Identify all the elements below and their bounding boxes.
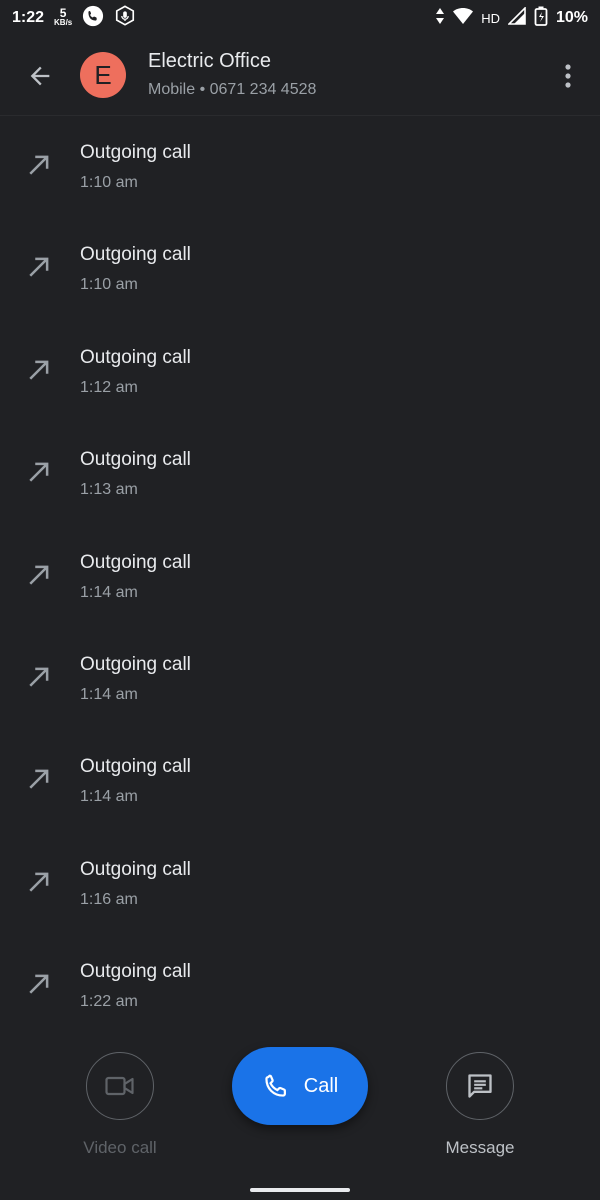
call-history-item[interactable]: Outgoing call 1:12 am	[0, 325, 600, 427]
phone-icon	[265, 1074, 286, 1097]
call-history-item[interactable]: Outgoing call 1:14 am	[0, 530, 600, 632]
call-time: 1:22 am	[80, 993, 138, 1011]
call-time: 1:14 am	[80, 685, 138, 703]
message-button[interactable]	[446, 1052, 514, 1120]
call-time: 1:14 am	[80, 583, 138, 601]
more-options-button[interactable]	[556, 58, 580, 94]
network-type: HD	[481, 10, 500, 26]
call-made-icon	[29, 360, 49, 380]
video-call-button[interactable]	[86, 1052, 154, 1120]
arrow-left-icon	[30, 66, 50, 86]
call-type: Outgoing call	[80, 756, 191, 778]
call-time: 1:10 am	[80, 276, 138, 294]
call-type: Outgoing call	[80, 449, 191, 471]
network-speed: 5 KB/s	[54, 6, 73, 27]
message-action: Message	[430, 1052, 530, 1158]
status-bar: 1:22 5 KB/s HD 10%	[0, 0, 600, 36]
call-history-item[interactable]: Outgoing call 1:10 am	[0, 120, 600, 222]
videocam-icon	[105, 1076, 134, 1096]
message-label: Message	[445, 1138, 515, 1157]
data-arrows-icon	[435, 7, 445, 30]
call-history-item[interactable]: Outgoing call 1:14 am	[0, 734, 600, 836]
call-history-item[interactable]: Outgoing call 1:16 am	[0, 837, 600, 939]
signal-icon	[507, 5, 526, 30]
contact-name: Electric Office	[148, 50, 271, 72]
call-history-item[interactable]: Outgoing call 1:13 am	[0, 427, 600, 529]
call-made-icon	[29, 769, 49, 789]
call-type: Outgoing call	[80, 653, 191, 675]
call-time: 1:14 am	[80, 788, 138, 806]
call-history-item[interactable]: Outgoing call 1:10 am	[0, 222, 600, 324]
action-bar: Video call Call Message	[0, 1040, 600, 1170]
call-time: 1:13 am	[80, 481, 138, 499]
back-button[interactable]	[22, 58, 58, 94]
status-time: 1:22	[12, 9, 45, 26]
video-call-action: Video call	[70, 1052, 170, 1158]
call-type: Outgoing call	[80, 961, 191, 983]
call-history-list: Outgoing call 1:10 am Outgoing call 1:10…	[0, 120, 600, 1042]
call-time: 1:10 am	[80, 174, 138, 191]
call-history-item[interactable]: Outgoing call 1:22 am	[0, 939, 600, 1041]
call-button[interactable]: Call	[232, 1047, 368, 1125]
call-time: 1:12 am	[80, 378, 138, 396]
call-type: Outgoing call	[80, 142, 191, 163]
call-time: 1:16 am	[80, 890, 138, 908]
wifi-icon	[453, 7, 474, 30]
avatar[interactable]: E	[80, 52, 126, 98]
call-made-icon	[29, 565, 49, 585]
message-icon	[468, 1074, 492, 1098]
call-made-icon	[29, 462, 49, 482]
mic-shield-icon	[114, 4, 136, 32]
contact-detail: Mobile • 0671 234 4528	[148, 81, 317, 98]
call-type: Outgoing call	[80, 346, 191, 368]
call-type: Outgoing call	[80, 244, 191, 266]
call-type: Outgoing call	[80, 551, 191, 573]
call-made-icon	[29, 667, 49, 687]
more-vert-icon	[565, 64, 571, 88]
contact-header: E Electric Office Mobile • 0671 234 4528	[0, 36, 600, 116]
call-made-icon	[29, 872, 49, 892]
avatar-initial: E	[94, 59, 112, 90]
call-made-icon	[29, 974, 49, 994]
phone-call-icon	[82, 5, 104, 32]
call-button-label: Call	[303, 1074, 339, 1097]
call-history-item[interactable]: Outgoing call 1:14 am	[0, 632, 600, 734]
battery-level: 10%	[555, 9, 588, 26]
home-indicator[interactable]	[250, 1188, 350, 1192]
call-made-icon	[29, 155, 49, 175]
battery-icon	[534, 6, 548, 31]
video-call-label: Video call	[83, 1138, 157, 1157]
call-made-icon	[29, 258, 49, 278]
call-type: Outgoing call	[80, 858, 191, 880]
